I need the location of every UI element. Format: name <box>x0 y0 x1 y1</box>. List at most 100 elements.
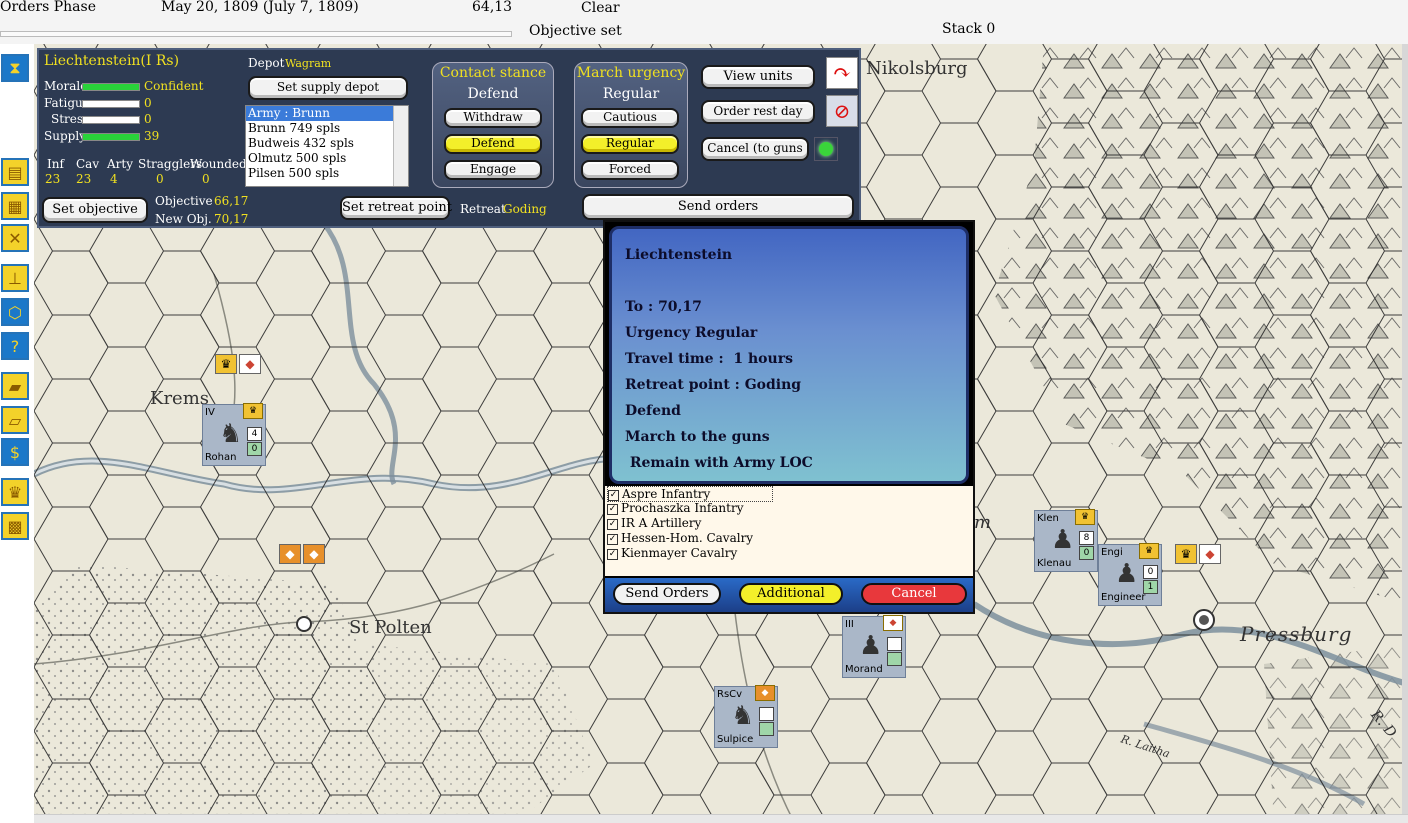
unit-name: Morand <box>845 664 883 675</box>
supply-icon[interactable]: ▦ <box>1 192 29 220</box>
summary-retreat-point: Retreat point : Goding <box>625 377 802 393</box>
unit-counter[interactable]: Engi ♛ ♟ 0 1 Engineer <box>1098 543 1162 606</box>
set-objective-button[interactable]: Set objective <box>42 197 148 223</box>
infantry-figure-icon: ♟ <box>1051 525 1075 555</box>
map-flags-pressburg[interactable]: ♛ ◆ <box>1175 544 1221 564</box>
no-entry-icon[interactable]: ⊘ <box>826 95 858 127</box>
summary-loc: Remain with Army LOC <box>625 455 813 471</box>
unit-label: Prochaszka Infantry <box>621 501 744 515</box>
additional-button[interactable]: Additional <box>739 583 843 605</box>
report-icon[interactable]: ▤ <box>1 158 29 186</box>
checkbox[interactable]: ✓ <box>607 504 618 515</box>
weather-label: Clear <box>581 0 620 16</box>
list-item[interactable]: Budweis 432 spls <box>246 136 408 151</box>
undo-arrow-icon[interactable]: ↷ <box>826 57 858 89</box>
depot-list[interactable]: Army : Brunn Brunn 749 spls Budweis 432 … <box>245 105 409 187</box>
unit-id: IV <box>205 407 215 418</box>
unit-id: RsCv <box>717 689 743 700</box>
forced-button[interactable]: Forced <box>581 160 679 180</box>
money-icon[interactable]: $ <box>1 438 29 466</box>
unit-checkbox-row[interactable]: ✓ IR A Artillery <box>607 516 701 530</box>
cancel-to-guns-button[interactable]: Cancel (to guns <box>701 137 809 161</box>
command-panel: Liechtenstein(I Rs) Morale Confident Fat… <box>37 48 861 228</box>
hourglass-icon[interactable]: ⧗ <box>1 54 29 82</box>
leader-icon[interactable]: ♛ <box>1 478 29 506</box>
austrian-eagle-icon: ♛ <box>243 403 263 419</box>
unit-strength: 4 <box>247 427 262 441</box>
checkbox[interactable]: ✓ <box>607 549 618 560</box>
unit-checkbox-row[interactable]: ✓ Kienmayer Cavalry <box>607 546 737 560</box>
hex-coords: 64,13 <box>472 0 513 15</box>
unit-checkbox-row[interactable]: ✓ Aspre Infantry <box>607 486 773 502</box>
transfer-icon[interactable]: ▱ <box>1 406 29 434</box>
send-orders-dialog-button[interactable]: Send Orders <box>613 583 721 605</box>
checkbox[interactable]: ✓ <box>607 519 618 530</box>
summary-destination: To : 70,17 <box>625 299 702 315</box>
status-bar: Orders Phase May 20, 1809 (July 7, 1809)… <box>0 0 1408 45</box>
hex-icon[interactable]: ⬡ <box>1 298 29 326</box>
view-units-button[interactable]: View units <box>701 65 815 89</box>
unit-fatigue: 0 <box>1079 546 1094 560</box>
summary-urgency: Urgency Regular <box>625 325 758 341</box>
new-objective-value: 70,17 <box>214 212 249 226</box>
map-flags-krems[interactable]: ♛ ◆ <box>215 354 261 374</box>
list-item[interactable]: Olmutz 500 spls <box>246 151 408 166</box>
objective-status: Objective set <box>529 23 622 39</box>
reinforcement-icon[interactable]: ▰ <box>1 372 29 400</box>
battle-icon[interactable]: ✕ <box>1 224 29 252</box>
march-urgency-group: March urgency Regular Cautious Regular F… <box>574 62 688 188</box>
cavalry-figure-icon: ♞ <box>219 419 243 449</box>
vertical-scrollbar[interactable] <box>1402 44 1408 814</box>
place-nikolsburg: Nikolsburg <box>866 58 968 79</box>
list-item[interactable]: Pilsen 500 spls <box>246 166 408 181</box>
french-eagle-icon: ◆ <box>279 544 301 564</box>
unit-checkbox-row[interactable]: ✓ Hessen-Hom. Cavalry <box>607 531 753 545</box>
help-icon[interactable]: ? <box>1 332 29 360</box>
dialog-button-bar: Send Orders Additional Cancel <box>605 578 973 612</box>
retreat-label: Retreat <box>460 202 506 216</box>
unit-id: III <box>845 619 854 630</box>
withdraw-button[interactable]: Withdraw <box>444 108 542 128</box>
morale-value: Confident <box>144 79 204 93</box>
depot-list-scrollbar[interactable] <box>393 106 408 186</box>
list-item[interactable]: Army : Brunn <box>246 106 408 121</box>
stat-stragglers: 0 <box>156 172 164 186</box>
organization-icon[interactable]: ⊥ <box>1 264 29 292</box>
unit-label: Aspre Infantry <box>622 487 711 501</box>
retreat-value: Goding <box>503 202 547 216</box>
unit-counter[interactable]: RsCv ◆ ♞ Sulpice <box>714 685 778 748</box>
order-rest-day-button[interactable]: Order rest day <box>701 100 815 124</box>
fortify-icon[interactable]: ▩ <box>1 512 29 540</box>
order-summary: Liechtenstein To : 70,17 Urgency Regular… <box>609 226 969 484</box>
defend-button[interactable]: Defend <box>444 134 542 154</box>
supply-bar <box>82 133 140 141</box>
engineer-figure-icon: ♟ <box>1115 559 1139 589</box>
send-orders-button[interactable]: Send orders <box>582 194 854 220</box>
unit-counter[interactable]: Klen ♛ ♟ 8 0 Klenau <box>1034 509 1098 572</box>
march-urgency-value: Regular <box>602 86 660 102</box>
set-supply-depot-button[interactable]: Set supply depot <box>248 76 408 100</box>
set-retreat-point-button[interactable]: Set retreat point <box>340 196 452 220</box>
map-flags-south[interactable]: ◆ ◆ <box>279 544 325 564</box>
progress-track <box>0 31 512 37</box>
unit-counter[interactable]: III ◆ ♟ Morand <box>842 615 906 678</box>
checkbox[interactable]: ✓ <box>607 534 618 545</box>
infantry-figure-icon: ♟ <box>859 631 883 661</box>
austrian-eagle-icon: ♛ <box>1175 544 1197 564</box>
unit-counter[interactable]: IV ♛ ♞ 4 0 Rohan <box>202 403 266 466</box>
unit-name: Klenau <box>1037 558 1072 569</box>
objective-value: 66,17 <box>214 194 249 208</box>
unit-checkbox-row[interactable]: ✓ Prochaszka Infantry <box>607 501 744 515</box>
commander-name: Liechtenstein(I Rs) <box>44 53 180 69</box>
list-item[interactable]: Brunn 749 spls <box>246 121 408 136</box>
cancel-button[interactable]: Cancel <box>861 583 967 605</box>
checkbox[interactable]: ✓ <box>608 490 619 501</box>
cautious-button[interactable]: Cautious <box>581 108 679 128</box>
regular-button[interactable]: Regular <box>581 134 679 154</box>
contact-stance-title: Contact stance <box>439 65 547 81</box>
new-objective-label: New Obj. <box>155 212 212 226</box>
engage-button[interactable]: Engage <box>444 160 542 180</box>
morale-label: Morale <box>44 79 88 93</box>
cavalry-figure-icon: ♞ <box>731 701 755 731</box>
unit-strength <box>887 637 902 651</box>
